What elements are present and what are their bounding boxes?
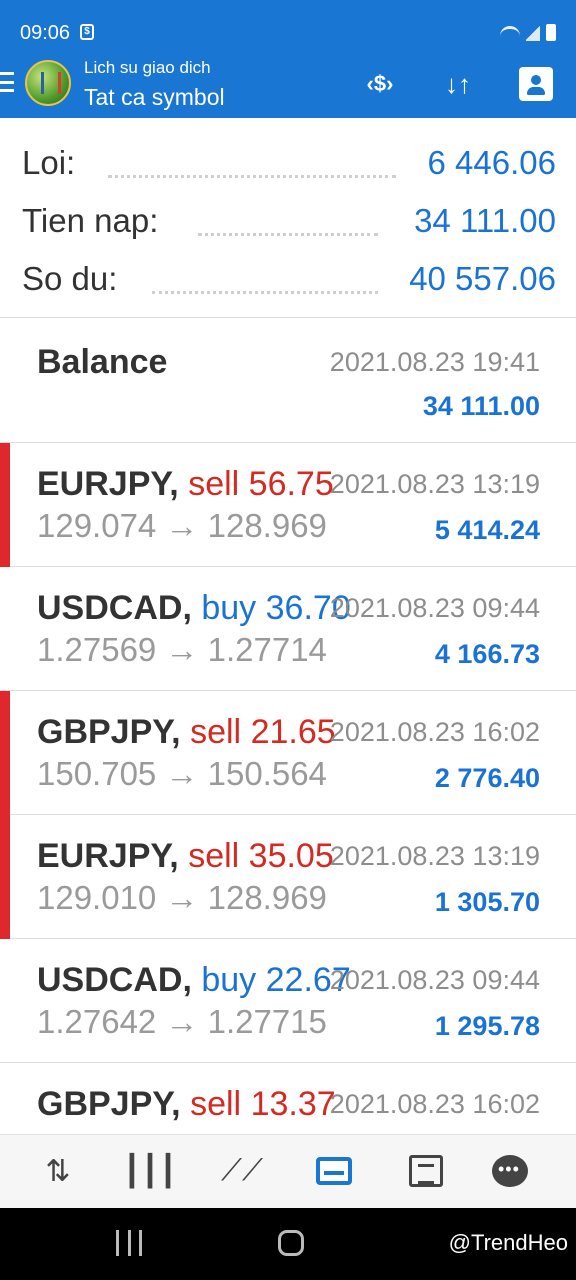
dotted-leader — [152, 290, 378, 294]
sort-icon[interactable]: ↓↑ — [436, 64, 480, 104]
deal-prices: 150.705 → 150.564 — [37, 755, 327, 792]
deals-list[interactable]: Balance 2021.08.23 19:41 34 111.00 EURJP… — [0, 319, 576, 1134]
deal-symbol-line: GBPJPY, sell 21.65 — [37, 713, 336, 752]
deal-profit: 1 295.78 — [434, 1011, 540, 1041]
deal-time: 2021.08.23 09:44 — [329, 965, 540, 995]
deal-type: buy 22.67 — [201, 961, 351, 999]
summary-deposit: Tien nap: 34 111.00 — [22, 196, 556, 246]
dotted-leader — [108, 174, 396, 178]
deal-symbol-line: EURJPY, sell 35.05 — [37, 837, 334, 876]
deal-symbol: EURJPY, — [37, 465, 179, 503]
deal-type: sell 35.05 — [188, 837, 334, 875]
deal-type: sell 13.37 — [190, 1085, 336, 1123]
notification-icon: $ — [80, 24, 94, 40]
watermark: @TrendHeo — [448, 1230, 568, 1255]
history-summary: Loi: 6 446.06 Tien nap: 34 111.00 So du:… — [0, 118, 576, 318]
bottom-nav: ⇅ ┃┃┃ ⟋⟋ — [0, 1134, 576, 1208]
system-nav-bar: @TrendHeo — [0, 1208, 576, 1280]
deal-symbol: GBPJPY, — [37, 1085, 181, 1123]
app-bar: Lich su giao dich Tat ca symbol ‹$› ↓↑ — [0, 56, 576, 118]
dotted-leader — [198, 232, 378, 236]
deal-row[interactable]: USDCAD, buy 22.67 2021.08.23 09:44 1.276… — [0, 939, 576, 1063]
balance-value: 40 557.06 — [409, 260, 556, 297]
top-bar: 09:06 $ Lich su giao dich Tat ca symbol … — [0, 0, 576, 118]
deal-symbol-line: EURJPY, sell 56.75 — [37, 465, 334, 504]
deal-prices: 129.010 → 128.969 — [37, 879, 327, 916]
app-logo — [25, 60, 71, 106]
deal-prices: 1.27642 → 1.27715 — [37, 1003, 327, 1040]
deal-time: 2021.08.23 09:44 — [329, 593, 540, 623]
deal-time: 2021.08.23 13:19 — [329, 841, 540, 871]
deal-time: 2021.08.23 16:02 — [329, 717, 540, 747]
deal-profit: 4 166.73 — [434, 639, 540, 669]
symbol-filter[interactable]: Tat ca symbol — [84, 84, 225, 111]
quotes-icon[interactable]: ⇅ — [34, 1149, 82, 1193]
status-bar: 09:06 $ — [0, 0, 576, 56]
deal-symbol-line: USDCAD, buy 22.67 — [37, 961, 351, 1000]
deal-row[interactable]: GBPJPY, sell 21.65 2021.08.23 16:02 150.… — [0, 691, 576, 815]
deal-row[interactable]: USDCAD, buy 36.70 2021.08.23 09:44 1.275… — [0, 567, 576, 691]
profit-label: Loi: — [22, 144, 76, 181]
deal-row[interactable]: GBPJPY, sell 13.37 2021.08.23 16:02 — [0, 1063, 576, 1134]
news-icon[interactable] — [402, 1149, 450, 1193]
home-icon[interactable] — [278, 1230, 304, 1256]
history-icon[interactable] — [310, 1149, 358, 1193]
deal-profit: 1 305.70 — [434, 887, 540, 917]
deal-symbol: Balance — [37, 343, 168, 381]
status-time: 09:06 — [20, 22, 71, 44]
deal-time: 2021.08.23 13:19 — [329, 469, 540, 499]
deal-row-balance[interactable]: Balance 2021.08.23 19:41 34 111.00 — [0, 319, 576, 443]
deal-row[interactable]: EURJPY, sell 56.75 2021.08.23 13:19 129.… — [0, 443, 576, 567]
chat-icon[interactable] — [486, 1149, 534, 1193]
deal-symbol: GBPJPY, — [37, 713, 181, 751]
summary-balance: So du: 40 557.06 — [22, 254, 556, 304]
deal-symbol-line: USDCAD, buy 36.70 — [37, 589, 351, 628]
deal-profit: 5 414.24 — [434, 515, 540, 545]
deal-profit: 2 776.40 — [434, 763, 540, 793]
deal-symbol-line: GBPJPY, sell 13.37 — [37, 1085, 336, 1124]
deal-prices: 129.074 → 128.969 — [37, 507, 327, 544]
battery-icon — [546, 24, 556, 41]
deposit-value: 34 111.00 — [414, 202, 556, 239]
trade-icon[interactable]: ⟋⟋ — [218, 1149, 266, 1193]
menu-icon[interactable] — [0, 72, 14, 92]
deal-symbol: USDCAD, — [37, 589, 192, 627]
deal-profit: 34 111.00 — [422, 391, 540, 421]
chart-icon[interactable]: ┃┃┃ — [123, 1149, 177, 1193]
period-icon[interactable] — [514, 64, 558, 104]
deposit-icon[interactable]: ‹$› — [358, 64, 402, 104]
profit-value: 6 446.06 — [427, 144, 556, 181]
deal-row[interactable]: EURJPY, sell 35.05 2021.08.23 13:19 129.… — [0, 815, 576, 939]
balance-label: So du: — [22, 260, 118, 297]
deal-time: 2021.08.23 19:41 — [329, 347, 540, 377]
system-indicators — [500, 24, 556, 41]
recents-icon[interactable] — [116, 1230, 142, 1256]
deal-symbol: USDCAD, — [37, 961, 192, 999]
deal-symbol: EURJPY, — [37, 837, 179, 875]
summary-profit: Loi: 6 446.06 — [22, 138, 556, 188]
deal-type: sell 56.75 — [188, 465, 334, 503]
deal-type: buy 36.70 — [201, 589, 351, 627]
deal-type: sell 21.65 — [190, 713, 336, 751]
wifi-icon — [500, 25, 520, 40]
deal-prices: 1.27569 → 1.27714 — [37, 631, 327, 668]
deal-time: 2021.08.23 16:02 — [329, 1089, 540, 1119]
app-subtitle: Lich su giao dich — [84, 58, 211, 77]
deposit-label: Tien nap: — [22, 202, 159, 239]
signal-icon — [526, 24, 540, 41]
